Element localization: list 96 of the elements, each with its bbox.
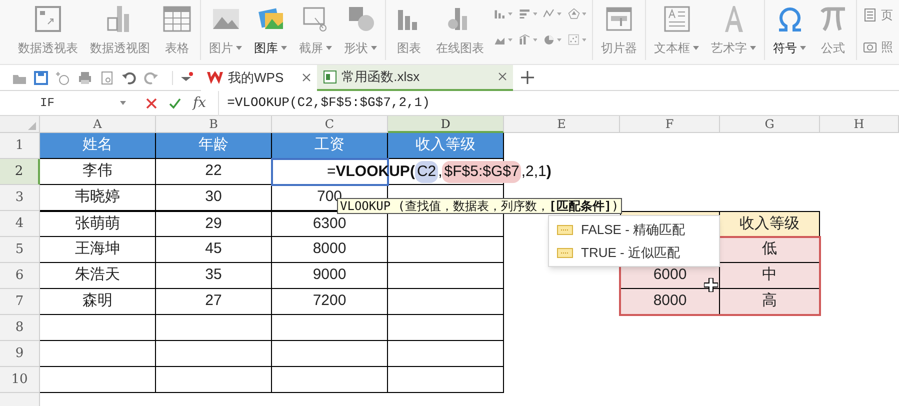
checkmark-icon[interactable] — [169, 98, 181, 108]
table-cell: 收入等级 — [720, 211, 820, 237]
printer-icon[interactable] — [78, 70, 92, 84]
column-header[interactable]: B — [156, 116, 272, 133]
function-button[interactable]: fx — [193, 92, 206, 114]
table-cell: 中 — [720, 263, 820, 289]
table-cell: 森明 — [40, 289, 156, 315]
wps-logo-icon — [207, 70, 223, 84]
ribbon-button[interactable]: 形状 — [342, 4, 379, 57]
ribbon-button[interactable]: 文本框 — [652, 4, 701, 57]
column-header[interactable]: H — [820, 116, 899, 133]
table-cell: 工资 — [272, 133, 388, 159]
caret-icon[interactable] — [172, 70, 193, 84]
ribbon-button[interactable]: 表格 — [160, 4, 194, 57]
spreadsheet-file-icon — [322, 70, 337, 84]
ribbon-button[interactable]: 截屏 — [297, 4, 334, 57]
column-header[interactable]: A — [40, 116, 156, 133]
ribbon-button[interactable]: 公式 — [816, 4, 850, 57]
row-header[interactable]: 7 — [0, 289, 40, 315]
new-document-icon[interactable] — [56, 70, 70, 84]
cancel-icon[interactable] — [146, 98, 157, 108]
ribbon-button[interactable]: 在线图表 — [434, 4, 486, 57]
close-icon[interactable] — [302, 73, 311, 82]
cross-cursor-icon — [704, 278, 718, 292]
table-cell: 韦晓婷 — [40, 185, 156, 211]
row-header[interactable]: 2 — [0, 159, 40, 185]
ribbon-button[interactable]: 数据透视表 — [16, 4, 80, 57]
row-header[interactable]: 9 — [0, 341, 40, 367]
caret-icon — [236, 46, 242, 50]
autocomplete-item[interactable]: FALSE - 精确匹配 — [549, 218, 719, 241]
tag-icon — [557, 224, 573, 234]
row-header[interactable]: 1 — [0, 133, 40, 159]
table-cell: 30 — [156, 185, 272, 211]
table-cell: 李伟 — [40, 159, 156, 185]
redo-icon[interactable] — [144, 70, 158, 84]
caret-icon — [281, 46, 287, 50]
table-cell: 8000 — [620, 289, 720, 315]
ribbon-button[interactable]: 照 — [863, 38, 893, 56]
undo-icon[interactable] — [122, 70, 136, 84]
print-preview-icon[interactable] — [100, 70, 114, 84]
table-cell: 姓名 — [40, 133, 156, 159]
caret-icon — [750, 46, 756, 50]
column-header[interactable]: D — [388, 116, 504, 133]
table-cell: 高 — [720, 289, 820, 315]
table-cell: 27 — [156, 289, 272, 315]
select-all-corner[interactable] — [0, 116, 40, 133]
tag-icon — [557, 248, 573, 258]
column-header[interactable]: C — [272, 116, 388, 133]
caret-icon — [693, 46, 699, 50]
file-tab[interactable]: 常用函数.xlsx — [316, 64, 513, 90]
table-cell: 45 — [156, 237, 272, 263]
name-box[interactable]: IF — [0, 93, 132, 113]
save-icon[interactable] — [34, 70, 48, 84]
column-header[interactable]: G — [720, 116, 820, 133]
page-icon — [863, 8, 877, 22]
ribbon-button[interactable]: 页 — [863, 6, 893, 24]
scatter-chart-icon[interactable] — [568, 32, 586, 48]
table-cell: 王海坤 — [40, 237, 156, 263]
ribbon-button[interactable]: 艺术字 — [709, 4, 758, 57]
table-cell: 年龄 — [156, 133, 272, 159]
table-cell: 张萌萌 — [40, 211, 156, 237]
ribbon-button[interactable]: 图片 — [207, 4, 244, 57]
ribbon-button[interactable]: 切片器 — [599, 4, 639, 57]
column-header[interactable]: E — [504, 116, 620, 133]
caret-icon — [326, 46, 332, 50]
table-cell: 29 — [156, 211, 272, 237]
table-cell: 收入等级 — [388, 133, 504, 159]
row-header[interactable]: 8 — [0, 315, 40, 341]
table-cell: 9000 — [272, 263, 388, 289]
radar-chart-icon[interactable] — [568, 6, 586, 22]
caret-icon — [120, 101, 126, 105]
new-tab-icon[interactable] — [520, 71, 534, 84]
caret-icon — [371, 46, 377, 50]
table-cell: 6300 — [272, 211, 388, 237]
row-header[interactable] — [0, 393, 40, 406]
table-cell: 低 — [720, 237, 820, 263]
table-cell: 35 — [156, 263, 272, 289]
row-header[interactable]: 3 — [0, 185, 40, 211]
table-cell: 7200 — [272, 289, 388, 315]
row-header[interactable]: 5 — [0, 237, 40, 263]
function-tooltip: VLOOKUP (查找值，数据表，列序数，[匹配条件]) — [337, 198, 622, 214]
autocomplete-item[interactable]: TRUE - 近似匹配 — [549, 241, 719, 264]
table-cell: 8000 — [272, 237, 388, 263]
row-header[interactable]: 10 — [0, 367, 40, 393]
caret-icon — [800, 46, 806, 50]
column-header[interactable]: F — [620, 116, 720, 133]
triangle-icon — [28, 122, 36, 130]
ribbon-button[interactable]: 符号 — [771, 4, 808, 57]
camera-icon — [863, 40, 877, 54]
close-icon[interactable] — [498, 72, 507, 81]
ribbon-button[interactable]: 数据透视图 — [88, 4, 152, 57]
table-cell: 朱浩天 — [40, 263, 156, 289]
row-header[interactable]: 4 — [0, 211, 40, 237]
row-header[interactable]: 6 — [0, 263, 40, 289]
ribbon-button[interactable]: 图库 — [252, 4, 289, 57]
ribbon-button[interactable]: 图表 — [392, 4, 426, 57]
